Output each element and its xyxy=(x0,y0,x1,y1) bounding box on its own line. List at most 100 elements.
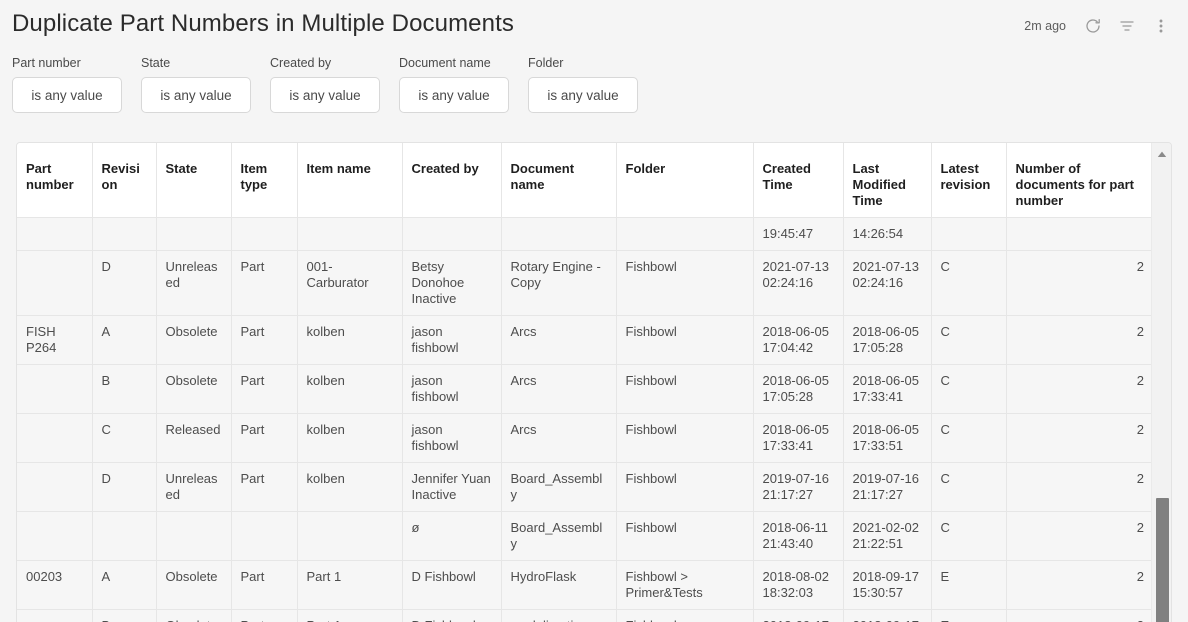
more-vertical-icon[interactable] xyxy=(1144,11,1178,41)
cell-item-type: Part xyxy=(231,561,297,610)
column-header-doc-count[interactable]: Number of documents for part number xyxy=(1006,143,1153,218)
table-row[interactable]: DUnreleasedPartkolbenJennifer Yuan Inact… xyxy=(17,463,1153,512)
cell-revision xyxy=(92,512,156,561)
column-header-created-by[interactable]: Created by xyxy=(402,143,501,218)
cell-item-name: kolben xyxy=(297,463,402,512)
cell-part-number xyxy=(17,512,92,561)
cell-state: Obsolete xyxy=(156,610,231,622)
top-bar: Duplicate Part Numbers in Multiple Docum… xyxy=(0,0,1188,52)
cell-latest-revision: C xyxy=(931,463,1006,512)
cell-revision: B xyxy=(92,610,156,622)
filter-value-chip[interactable]: is any value xyxy=(399,77,509,113)
column-header-last-modified[interactable]: Last Modified Time xyxy=(843,143,931,218)
filter-value-chip[interactable]: is any value xyxy=(12,77,122,113)
cell-revision: B xyxy=(92,365,156,414)
table-row[interactable]: FISH P264AObsoletePartkolbenjason fishbo… xyxy=(17,316,1153,365)
cell-item-name: Part 1 xyxy=(297,561,402,610)
table-row[interactable]: 00203AObsoletePartPart 1D FishbowlHydroF… xyxy=(17,561,1153,610)
cell-folder: Fishbowl > Primer&Tests xyxy=(616,561,753,610)
filter-part-number: Part number is any value xyxy=(12,56,122,122)
cell-last-modified-time: 2021-07-1302:24:16 xyxy=(843,251,931,316)
cell-item-type: Part xyxy=(231,463,297,512)
column-header-item-name[interactable]: Item name xyxy=(297,143,402,218)
cell-item-type xyxy=(231,218,297,251)
vertical-scrollbar[interactable] xyxy=(1151,143,1171,622)
cell-created-by: jason fishbowl xyxy=(402,316,501,365)
cell-item-name: kolben xyxy=(297,365,402,414)
cell-item-type: Part xyxy=(231,251,297,316)
filter-label: State xyxy=(141,56,251,70)
cell-item-type: Part xyxy=(231,316,297,365)
filter-created-by: Created by is any value xyxy=(270,56,380,122)
column-header-document-name[interactable]: Document name xyxy=(501,143,616,218)
table-row[interactable]: BObsoletePartPart 1D Fishbowlmodeling ti… xyxy=(17,610,1153,622)
table-row[interactable]: CReleasedPartkolbenjason fishbowlArcsFis… xyxy=(17,414,1153,463)
scroll-up-arrow-icon[interactable] xyxy=(1152,146,1172,162)
cell-doc-count: 2 xyxy=(1006,414,1153,463)
results-table: Part number Revision State Item type Ite… xyxy=(17,143,1153,622)
column-header-revision[interactable]: Revision xyxy=(92,143,156,218)
column-header-part-number[interactable]: Part number xyxy=(17,143,92,218)
cell-item-name: kolben xyxy=(297,414,402,463)
cell-last-modified-time: 14:26:54 xyxy=(843,218,931,251)
cell-document-name: Board_Assembly xyxy=(501,463,616,512)
cell-created-time: 2018-06-0517:33:41 xyxy=(753,414,843,463)
cell-doc-count: 2 xyxy=(1006,365,1153,414)
cell-created-time: 2019-07-1621:17:27 xyxy=(753,463,843,512)
cell-latest-revision: E xyxy=(931,561,1006,610)
cell-last-modified-time: 2018-09-1715:32:06 xyxy=(843,610,931,622)
cell-revision: A xyxy=(92,561,156,610)
cell-item-name: 001-Carburator xyxy=(297,251,402,316)
filter-label: Document name xyxy=(399,56,509,70)
column-header-folder[interactable]: Folder xyxy=(616,143,753,218)
last-updated-label: 2m ago xyxy=(1024,19,1066,33)
cell-state: Released xyxy=(156,414,231,463)
cell-part-number: 00203 xyxy=(17,561,92,610)
filter-value-chip[interactable]: is any value xyxy=(270,77,380,113)
cell-last-modified-time: 2018-09-1715:30:57 xyxy=(843,561,931,610)
cell-folder: Fishbowl xyxy=(616,463,753,512)
cell-document-name: HydroFlask xyxy=(501,561,616,610)
table-header: Part number Revision State Item type Ite… xyxy=(17,143,1153,218)
column-header-latest-revision[interactable]: Latest revision xyxy=(931,143,1006,218)
cell-revision: A xyxy=(92,316,156,365)
cell-part-number: FISH P264 xyxy=(17,316,92,365)
cell-document-name: modeling time xyxy=(501,610,616,622)
cell-item-name xyxy=(297,218,402,251)
cell-revision: D xyxy=(92,251,156,316)
column-header-created-time[interactable]: Created Time xyxy=(753,143,843,218)
cell-doc-count: 2 xyxy=(1006,561,1153,610)
filter-icon[interactable] xyxy=(1110,11,1144,41)
scrollbar-thumb[interactable] xyxy=(1156,498,1169,622)
cell-state: Unreleased xyxy=(156,463,231,512)
cell-part-number xyxy=(17,610,92,622)
results-table-container: Part number Revision State Item type Ite… xyxy=(16,142,1172,622)
column-header-item-type[interactable]: Item type xyxy=(231,143,297,218)
cell-folder: Fishbowl xyxy=(616,365,753,414)
cell-created-time: 2018-06-0517:05:28 xyxy=(753,365,843,414)
cell-item-name: Part 1 xyxy=(297,610,402,622)
cell-part-number xyxy=(17,218,92,251)
table-row[interactable]: DUnreleasedPart001-CarburatorBetsy Donoh… xyxy=(17,251,1153,316)
top-actions: 2m ago xyxy=(1024,11,1178,41)
column-header-state[interactable]: State xyxy=(156,143,231,218)
cell-last-modified-time: 2018-06-0517:05:28 xyxy=(843,316,931,365)
cell-latest-revision: C xyxy=(931,251,1006,316)
cell-doc-count: 2 xyxy=(1006,512,1153,561)
filter-value-chip[interactable]: is any value xyxy=(528,77,638,113)
cell-document-name: Arcs xyxy=(501,414,616,463)
cell-document-name: Board_Assembly xyxy=(501,512,616,561)
refresh-icon[interactable] xyxy=(1076,11,1110,41)
table-row[interactable]: øBoard_AssemblyFishbowl2018-06-1121:43:4… xyxy=(17,512,1153,561)
cell-folder: Fishbowl xyxy=(616,512,753,561)
filter-bar: Part number is any value State is any va… xyxy=(0,56,657,122)
cell-latest-revision: C xyxy=(931,414,1006,463)
filter-label: Folder xyxy=(528,56,638,70)
table-row[interactable]: BObsoletePartkolbenjason fishbowlArcsFis… xyxy=(17,365,1153,414)
cell-created-by xyxy=(402,218,501,251)
cell-last-modified-time: 2018-06-0517:33:41 xyxy=(843,365,931,414)
table-row-clipped[interactable]: 19:45:47 14:26:54 xyxy=(17,218,1153,251)
cell-last-modified-time: 2019-07-1621:17:27 xyxy=(843,463,931,512)
cell-created-by: Jennifer Yuan Inactive xyxy=(402,463,501,512)
filter-value-chip[interactable]: is any value xyxy=(141,77,251,113)
